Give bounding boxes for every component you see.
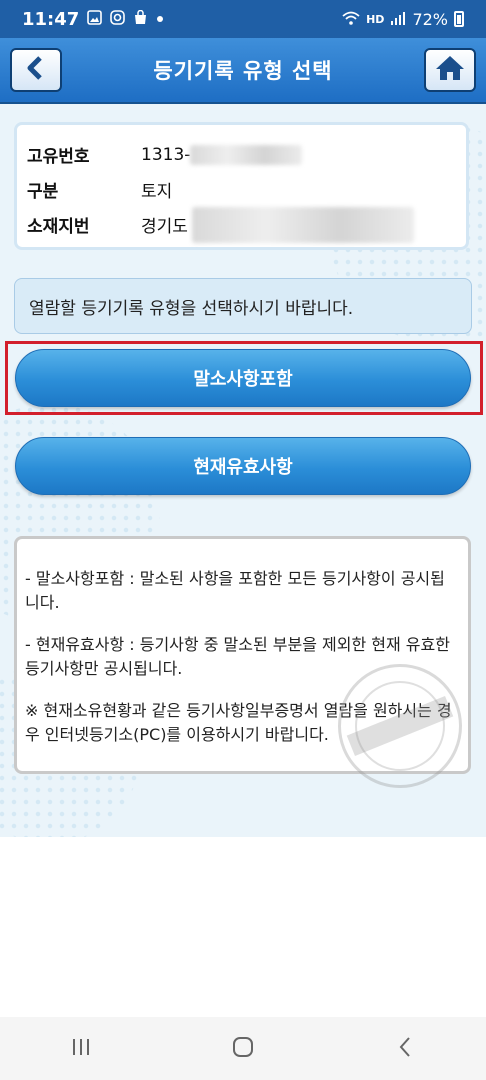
info-row: 구분 토지 [27,172,456,207]
back-button[interactable] [10,48,62,92]
property-info-box: 고유번호 1313- 구분 토지 소재지번 경기도 [14,122,469,250]
shopping-bag-icon [133,9,148,29]
home-circle-icon [232,1036,254,1062]
network-label: HD [366,12,385,26]
app-header: 등기기록 유형 선택 [0,38,486,104]
description-item: - 말소사항포함 : 말소된 사항을 포함한 모든 등기사항이 공시됩니다. [25,569,445,612]
info-row: 소재지번 경기도 [27,206,456,243]
page-title: 등기기록 유형 선택 [153,59,333,83]
include-cancelled-button[interactable]: 말소사항포함 [15,349,471,407]
status-bar: 11:47 HD 72% [0,0,486,38]
back-nav-button[interactable] [385,1029,425,1069]
info-value: 토지 [141,182,173,202]
info-label: 구분 [27,182,59,202]
back-arrow-icon [23,55,49,85]
info-label: 고유번호 [27,147,90,167]
battery-icon [454,11,464,27]
wifi-icon [342,10,360,29]
status-time: 11:47 [22,8,80,30]
info-row: 고유번호 1313- [27,137,456,172]
home-button[interactable] [424,48,476,92]
recent-apps-button[interactable] [61,1029,101,1069]
info-value: 1313- [141,144,191,165]
home-icon [434,54,466,86]
battery-text: 72% [412,9,448,29]
instruction-notice: 열람할 등기기록 유형을 선택하시기 바랍니다. [14,278,472,334]
info-label: 소재지번 [27,217,90,237]
signal-icon [390,10,406,29]
current-valid-button[interactable]: 현재유효사항 [15,437,471,495]
instagram-icon [110,9,126,29]
recent-apps-icon [70,1037,92,1061]
content-area: 고유번호 1313- 구분 토지 소재지번 경기도 열람할 등기기록 유형을 선… [0,104,486,837]
redacted-area [191,206,414,243]
redacted-area [190,144,303,165]
image-icon [87,9,103,29]
dot-icon [156,11,164,27]
info-value: 경기도 [141,217,188,237]
system-nav-bar [0,1017,486,1080]
back-chevron-icon [397,1036,413,1062]
home-nav-button[interactable] [223,1029,263,1069]
